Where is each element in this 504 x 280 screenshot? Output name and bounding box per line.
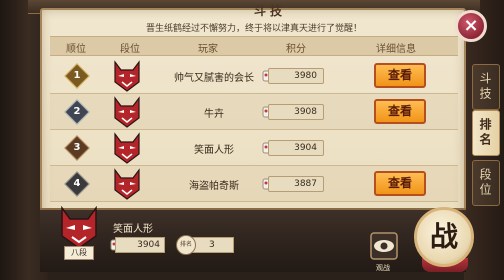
rank-number: 1 [73, 70, 81, 81]
header-tier: 段位 [120, 44, 140, 55]
self-player-name: 笑面人形 [113, 224, 153, 235]
header-score: 积分 [286, 44, 306, 55]
tab-tier[interactable]: 段位 [472, 160, 500, 206]
self-tier-label: 八段 [64, 246, 94, 260]
table-row: 4 海盗帕奇斯 3887 查看 [50, 166, 458, 202]
table-header: 顺位 段位 玩家 积分 详细信息 [50, 36, 458, 56]
header-player: 玩家 [198, 44, 218, 55]
view-details-button[interactable]: 查看 [374, 99, 426, 124]
fox-mask-icon [114, 132, 140, 164]
self-info-bar [40, 208, 466, 272]
battle-button[interactable]: 战 [414, 207, 474, 267]
player-name[interactable]: 海盗帕奇斯 [154, 177, 274, 192]
table-row: 2 牛卉 3908 查看 [50, 94, 458, 130]
fox-mask-icon [114, 60, 140, 92]
player-name[interactable]: 牛卉 [154, 105, 274, 120]
header-details: 详细信息 [376, 44, 416, 55]
view-details-button[interactable]: 查看 [374, 171, 426, 196]
self-rank-badge-icon: 排名 [176, 235, 196, 255]
rank-number: 3 [73, 142, 81, 153]
table-row: 1 帅气又腻害的会长 3980 查看 [50, 58, 458, 94]
tab-ranking[interactable]: 排名 [472, 110, 500, 156]
view-details-button[interactable]: 查看 [374, 63, 426, 88]
self-score-value: 3904 [115, 237, 165, 253]
rank-number: 4 [73, 178, 81, 189]
spectate-label: 观战 [376, 264, 390, 272]
rank-number: 2 [73, 106, 81, 117]
header-rank: 顺位 [66, 44, 86, 55]
table-row: 3 笑面人形 3904 [50, 130, 458, 166]
fox-mask-icon [114, 96, 140, 128]
score-value: 3887 [268, 176, 324, 192]
self-fox-mask-icon [61, 206, 97, 249]
broadcast-notice: 晋生纸鹤经过不懈努力，终于将以津真天进行了觉醒！ [145, 24, 362, 34]
score-value: 3904 [268, 140, 324, 156]
fox-mask-icon [114, 168, 140, 200]
player-name[interactable]: 笑面人形 [154, 141, 274, 156]
score-value: 3908 [268, 104, 324, 120]
panel-title: 斗技 [253, 4, 286, 18]
score-value: 3980 [268, 68, 324, 84]
ranking-list: 1 帅气又腻害的会长 3980 查看 2 牛卉 3908 查看 3 笑面人形 3… [50, 58, 458, 202]
player-name[interactable]: 帅气又腻害的会长 [154, 69, 274, 84]
tab-duel[interactable]: 斗技 [472, 64, 500, 110]
